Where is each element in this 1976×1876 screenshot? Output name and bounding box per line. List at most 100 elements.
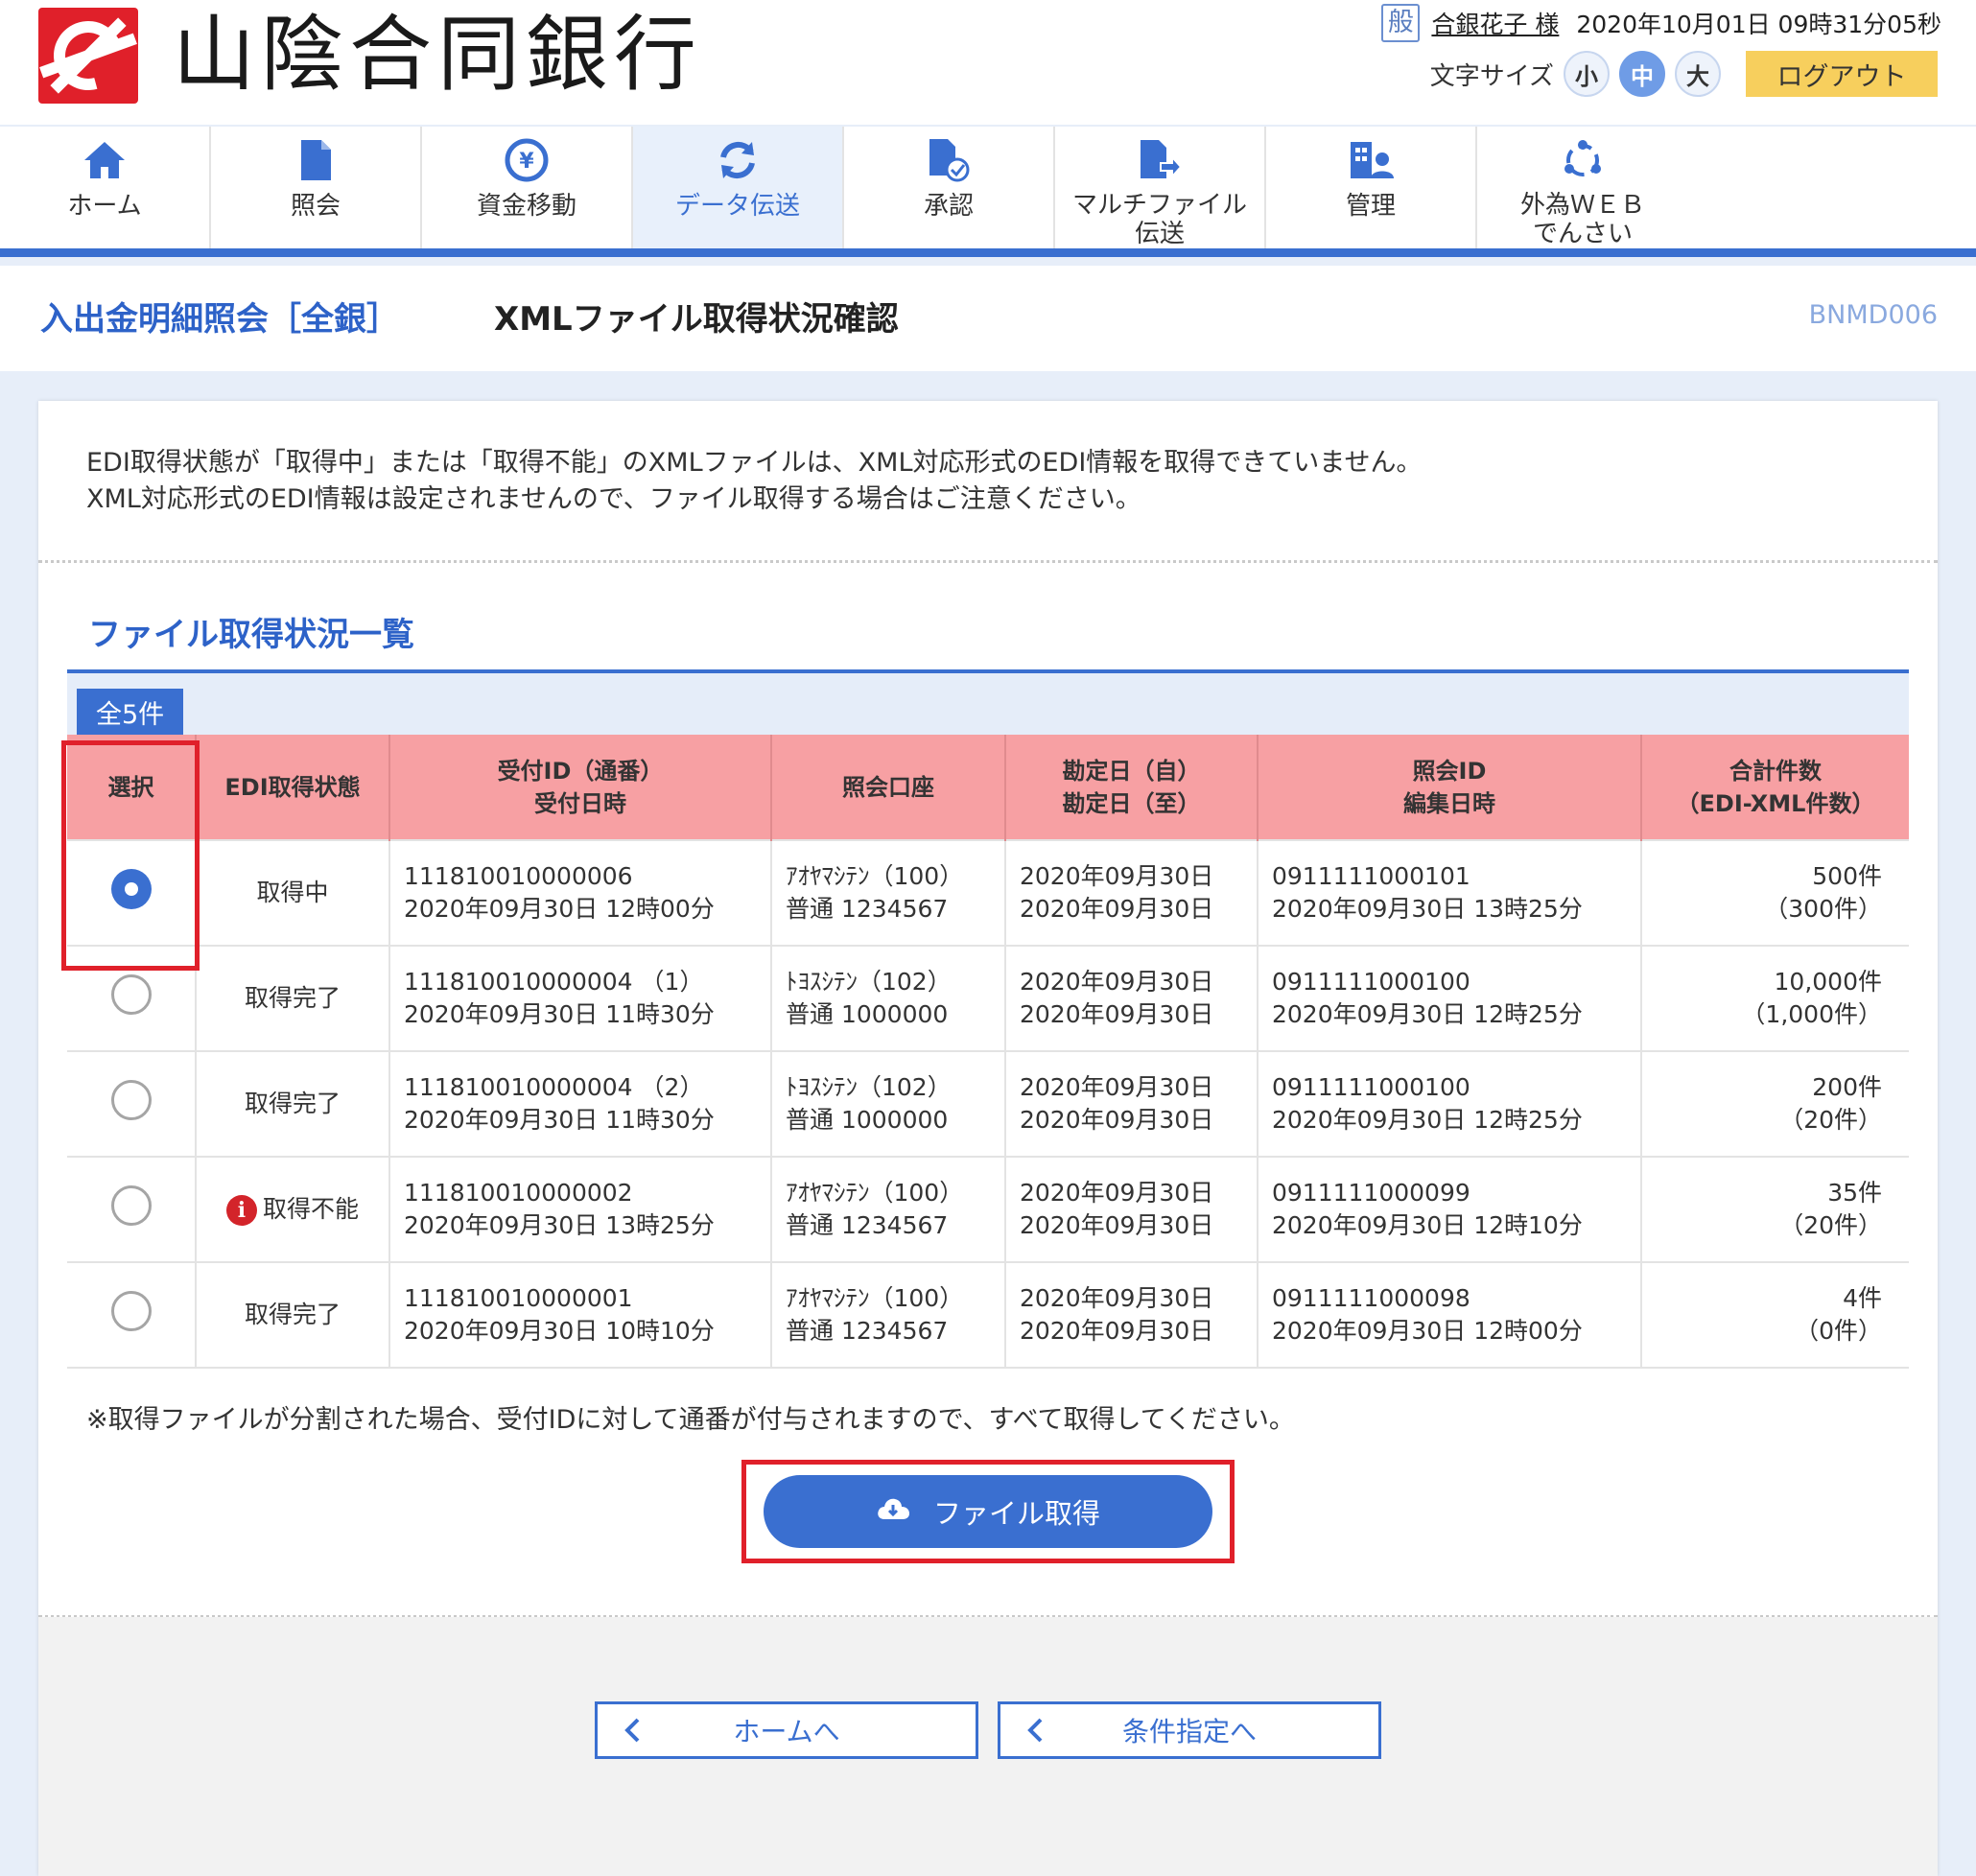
row-select-radio[interactable] xyxy=(110,1079,152,1120)
status-cell: 取得中 xyxy=(196,839,390,947)
header-receipt-id: 受付ID（通番） 受付日時 xyxy=(389,735,772,840)
select-cell xyxy=(67,839,197,947)
yen-transfer-icon: ¥ xyxy=(503,134,551,186)
xml-count: （1,000件） xyxy=(1741,1000,1882,1028)
status-cell: i 取得不能 xyxy=(196,1157,390,1263)
account-no: 普通 1234567 xyxy=(786,895,949,923)
total-count: 4件 xyxy=(1843,1284,1882,1312)
user-name-link[interactable]: 合銀花子 様 xyxy=(1431,6,1559,40)
nav-item-fund-transfer[interactable]: ¥ 資金移動 xyxy=(422,127,633,248)
account-name: ﾄﾖｽｼﾃﾝ（102） xyxy=(786,968,952,996)
account-no: 普通 1000000 xyxy=(786,1000,949,1028)
approve-icon xyxy=(925,134,973,186)
receipt-cell: 111810010000002 2020年09月30日 13時25分 xyxy=(389,1157,772,1263)
row-select-radio[interactable] xyxy=(110,1184,152,1226)
status-cell: 取得完了 xyxy=(196,1051,390,1158)
total-cell: 35件 （20件） xyxy=(1641,1157,1909,1263)
header: 山陰合同銀行 般 合銀花子 様 2020年10月01日 09時31分05秒 文字… xyxy=(0,0,1976,125)
receipt-id: 111810010000004 （2） xyxy=(404,1073,704,1101)
font-size-switcher: 文字サイズ 小 中 大 ログアウト xyxy=(1430,50,1938,98)
receipt-cell: 111810010000006 2020年09月30日 12時00分 xyxy=(389,839,772,947)
condition-back-button[interactable]: 条件指定へ xyxy=(998,1701,1381,1759)
total-count: 200件 xyxy=(1812,1073,1882,1101)
inquiry-id: 0911111000101 xyxy=(1272,862,1470,890)
admin-icon xyxy=(1347,134,1395,186)
nav-item-approval[interactable]: 承認 xyxy=(844,127,1055,248)
nav-label: データ伝送 xyxy=(674,192,800,221)
account-name: ﾄﾖｽｼﾃﾝ（102） xyxy=(786,1073,952,1101)
table-row: 取得完了 111810010000001 2020年09月30日 10時10分 ｱ… xyxy=(67,1262,1909,1369)
edi-status: 取得完了 xyxy=(244,1090,341,1117)
row-select-radio[interactable] xyxy=(110,973,152,1015)
user-info: 般 合銀花子 様 2020年10月01日 09時31分05秒 xyxy=(1381,4,1941,42)
nav-label: マルチファイル 伝送 xyxy=(1071,191,1247,248)
inquiry-cell: 0911111000099 2020年09月30日 12時10分 xyxy=(1258,1157,1642,1263)
network-icon xyxy=(1559,134,1607,185)
edi-status: 取得不能 xyxy=(262,1195,359,1223)
total-cell: 200件 （20件） xyxy=(1641,1051,1909,1158)
receipt-cell: 111810010000004 （2） 2020年09月30日 11時30分 xyxy=(389,1051,772,1158)
edi-status: 取得完了 xyxy=(244,1301,341,1328)
nav-item-data-transmission[interactable]: データ伝送 xyxy=(633,127,844,248)
nav-label: ホーム xyxy=(67,192,142,221)
header-account-date: 勘定日（自） 勘定日（至） xyxy=(1005,735,1259,840)
inquiry-id: 0911111000100 xyxy=(1272,968,1470,996)
svg-text:¥: ¥ xyxy=(519,150,534,174)
receipt-time: 2020年09月30日 11時30分 xyxy=(404,1000,715,1028)
inquiry-cell: 0911111000100 2020年09月30日 12時25分 xyxy=(1258,946,1642,1052)
receipt-time: 2020年09月30日 10時10分 xyxy=(404,1317,715,1345)
account-name: ｱｵﾔﾏｼﾃﾝ（100） xyxy=(786,862,964,890)
section-title: ファイル取得状況一覧 xyxy=(88,616,414,654)
table-row: 取得完了 111810010000004 （2） 2020年09月30日 11時3… xyxy=(67,1051,1909,1158)
nav-item-admin[interactable]: 管理 xyxy=(1266,127,1477,248)
footnote: ※取得ファイルが分割された場合、受付IDに対して通番が付与されますので、すべて取… xyxy=(86,1405,1295,1435)
global-nav: ホーム 照会 ¥ 資金移動 データ伝送 承認 マルチファイル 伝送 管理 外為Ｗ… xyxy=(0,127,1976,257)
home-back-button[interactable]: ホームへ xyxy=(595,1701,978,1759)
font-size-small-button[interactable]: 小 xyxy=(1564,51,1610,97)
date-cell: 2020年09月30日 2020年09月30日 xyxy=(1005,839,1259,947)
count-strip: 全5件 xyxy=(67,673,1909,735)
notice-line: XML対応形式のEDI情報は設定されませんので、ファイル取得する場合はご注意くだ… xyxy=(86,484,1141,514)
screen-id: BNMD006 xyxy=(1808,300,1938,330)
xml-count: （300件） xyxy=(1764,895,1882,923)
nav-label: 承認 xyxy=(923,192,974,221)
xml-count: （20件） xyxy=(1779,1106,1882,1134)
date-cell: 2020年09月30日 2020年09月30日 xyxy=(1005,1262,1259,1369)
nav-item-home[interactable]: ホーム xyxy=(0,127,211,248)
date-from: 2020年09月30日 xyxy=(1020,862,1214,890)
error-info-icon: i xyxy=(225,1195,257,1226)
bank-name: 山陰合同銀行 xyxy=(173,7,702,103)
account-cell: ｱｵﾔﾏｼﾃﾝ（100） 普通 1234567 xyxy=(771,1262,1006,1369)
inquiry-id: 0911111000099 xyxy=(1272,1179,1470,1207)
font-size-medium-button[interactable]: 中 xyxy=(1619,51,1665,97)
account-name: ｱｵﾔﾏｼﾃﾝ（100） xyxy=(786,1284,964,1312)
nav-item-foreign-exchange-densai[interactable]: 外為ＷＥＢ でんさい xyxy=(1477,127,1688,248)
table-row: i 取得不能 111810010000002 2020年09月30日 13時25分 … xyxy=(67,1157,1909,1263)
nav-label: 外為ＷＥＢ でんさい xyxy=(1519,191,1645,248)
row-select-radio[interactable] xyxy=(110,1290,152,1331)
bottom-action-area: ホームへ 条件指定へ xyxy=(38,1617,1938,1876)
date-cell: 2020年09月30日 2020年09月30日 xyxy=(1005,1157,1259,1263)
nav-item-multi-file-transmission[interactable]: マルチファイル 伝送 xyxy=(1055,127,1266,248)
file-get-button[interactable]: ファイル取得 xyxy=(764,1475,1212,1548)
refresh-icon xyxy=(714,134,762,186)
row-select-radio[interactable] xyxy=(110,868,152,909)
condition-back-label: 条件指定へ xyxy=(1121,1716,1257,1747)
inquiry-id: 0911111000100 xyxy=(1272,1073,1470,1101)
date-to: 2020年09月30日 xyxy=(1020,895,1214,923)
account-name: ｱｵﾔﾏｼﾃﾝ（100） xyxy=(786,1179,964,1207)
receipt-cell: 111810010000004 （1） 2020年09月30日 11時30分 xyxy=(389,946,772,1052)
date-from: 2020年09月30日 xyxy=(1020,968,1214,996)
result-count-badge: 全5件 xyxy=(77,689,184,735)
total-cell: 4件 （0件） xyxy=(1641,1262,1909,1369)
logout-button[interactable]: ログアウト xyxy=(1746,51,1938,97)
nav-item-inquiry[interactable]: 照会 xyxy=(211,127,422,248)
select-cell xyxy=(67,1051,197,1158)
table-row: 取得中 111810010000006 2020年09月30日 12時00分 ｱｵ… xyxy=(67,839,1909,947)
font-size-large-button[interactable]: 大 xyxy=(1675,51,1721,97)
page-title: XMLファイル取得状況確認 xyxy=(494,300,899,339)
total-count: 10,000件 xyxy=(1774,968,1882,996)
chevron-left-icon xyxy=(621,1718,646,1743)
nav-label: 管理 xyxy=(1345,192,1396,221)
table-row: 取得完了 111810010000004 （1） 2020年09月30日 11時3… xyxy=(67,946,1909,1052)
